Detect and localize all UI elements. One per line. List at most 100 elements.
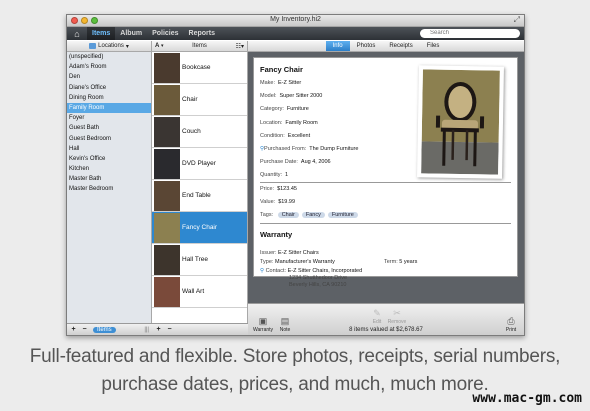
add-item-button[interactable]: + [154,326,163,333]
location-item[interactable]: Guest Bath [67,123,151,133]
items-header: A ▾ Items ☷▾ [152,41,247,52]
tag-chip[interactable]: Furniture [327,212,358,218]
field-label: Condition: [260,132,285,139]
info-field: Value: $19.99 [260,199,295,205]
item-row[interactable]: DVD Player [152,148,247,180]
locations-footer: + − Items ||| [67,323,152,335]
item-info-card: Fancy Chair Make: E-Z Sitter Model: Super S… [253,57,518,288]
location-item[interactable]: Master Bath [67,174,151,184]
location-item[interactable]: Master Bedroom [67,184,151,194]
item-thumbnail [154,84,180,115]
location-icon [89,43,97,49]
item-name: Wall Art [182,288,205,295]
remove-location-button[interactable]: − [80,326,89,333]
scissors-icon: ✂ [393,308,401,318]
item-name: Chair [182,96,198,103]
contact-label: Contact: [265,268,287,274]
location-item[interactable]: Kitchen [67,164,151,174]
info-field: Location: Family Room [260,120,318,126]
locations-panel: Locations ▾ (unspecified) Adam's Room Den D… [67,41,152,335]
info-field: Model: Super Sitter 2000 [260,93,322,99]
item-thumbnail [154,116,180,147]
detail-panel: Info Photos Receipts Files Fancy Chair M… [248,41,524,335]
chair-photo [421,69,500,175]
watermark: www.mac-gm.com [472,391,582,406]
field-value: Aug 4, 2006 [300,159,331,166]
tab-items[interactable]: Items [87,27,116,40]
home-icon[interactable]: ⌂ [67,27,87,40]
chevron-down-icon: ▾ [125,43,129,50]
warranty-issuer: Issuer: E-Z Sitter Chairs [260,250,319,256]
type-label: Type: [260,259,274,265]
tag-chip[interactable]: Chair [277,212,299,218]
title-bar: My Inventory.hi2 ⤢ [67,15,524,27]
field-value: Excellent [287,132,311,139]
field-label: Purchased From: [264,146,307,152]
item-row[interactable]: Fancy Chair [152,212,247,244]
sort-button[interactable]: A [155,43,159,49]
remove-button[interactable]: ✂ Remove [386,308,408,325]
search-input[interactable] [420,29,520,38]
item-row[interactable]: Bookcase [152,52,247,84]
location-item[interactable]: Foyer [67,113,151,123]
item-thumbnail [154,180,180,211]
term-label: Term: [384,259,398,265]
item-row[interactable]: Wall Art [152,276,247,308]
item-name: Fancy Chair [182,224,218,231]
location-item[interactable]: Family Room [67,102,151,114]
item-thumbnail [154,52,180,83]
tab-files[interactable]: Files [420,41,447,51]
tab-receipts[interactable]: Receipts [382,41,419,51]
item-title: Fancy Chair [260,65,303,74]
info-field: Condition: Excellent [260,133,310,139]
location-item[interactable]: Kevin's Office [67,154,151,164]
item-name: Hall Tree [182,256,209,263]
sort-arrow-icon: ▾ [161,43,164,49]
item-row[interactable]: End Table [152,180,247,212]
location-item[interactable]: Adam's Room [67,62,151,72]
location-item[interactable]: Dining Room [67,93,151,103]
tab-policies[interactable]: Policies [147,27,183,40]
tab-info[interactable]: Info [325,41,350,51]
resize-handle-icon[interactable]: ||| [144,327,149,333]
location-item[interactable]: (unspecified) [67,52,151,62]
item-thumbnail [154,212,180,243]
tab-album[interactable]: Album [115,27,147,40]
tab-reports[interactable]: Reports [184,27,220,40]
field-label: Category: [260,106,284,113]
info-field: Quantity: 1 [260,172,288,178]
view-options-icon[interactable]: ☷▾ [236,43,244,50]
issuer-value: E-Z Sitter Chairs [278,250,319,256]
info-field: Purchase Date: Aug 4, 2006 [260,159,331,165]
items-pill[interactable]: Items [93,326,116,333]
field-value: 1 [285,172,289,179]
edit-button[interactable]: ✎ Edit [366,308,388,325]
locations-list: (unspecified) Adam's Room Den Diane's Offic… [67,52,151,195]
location-item[interactable]: Den [67,72,151,82]
tab-photos[interactable]: Photos [350,41,383,51]
item-name: Couch [182,128,201,135]
info-field: Price: $123.45 [260,186,297,192]
add-location-button[interactable]: + [69,326,78,333]
field-value: Family Room [285,119,318,126]
item-row[interactable]: Hall Tree [152,244,247,276]
location-item[interactable]: Hall [67,144,151,154]
warranty-title: Warranty [260,230,293,239]
item-name: Bookcase [182,64,211,71]
info-field: Category: Furniture [260,106,309,112]
detail-tabs: Info Photos Receipts Files [248,41,524,52]
caption-line-1: Full-featured and flexible. Store photos… [29,346,561,367]
info-field: Make: E-Z Sitter [260,80,301,86]
location-item[interactable]: Guest Bedroom [67,134,151,144]
locations-header[interactable]: Locations ▾ [67,41,151,52]
item-photo[interactable] [417,65,504,179]
remove-item-button[interactable]: − [165,326,174,333]
item-row[interactable]: Couch [152,116,247,148]
fullscreen-icon[interactable]: ⤢ [514,15,520,25]
item-name: DVD Player [182,160,216,167]
item-row[interactable]: Chair [152,84,247,116]
location-item[interactable]: Diane's Office [67,83,151,93]
bottom-toolbar: ▣ Warranty ▤ Note ✎ Edit ✂ Remove ⎙ Prin… [248,303,524,335]
issuer-label: Issuer: [260,250,277,256]
tag-chip[interactable]: Fancy [301,212,325,218]
